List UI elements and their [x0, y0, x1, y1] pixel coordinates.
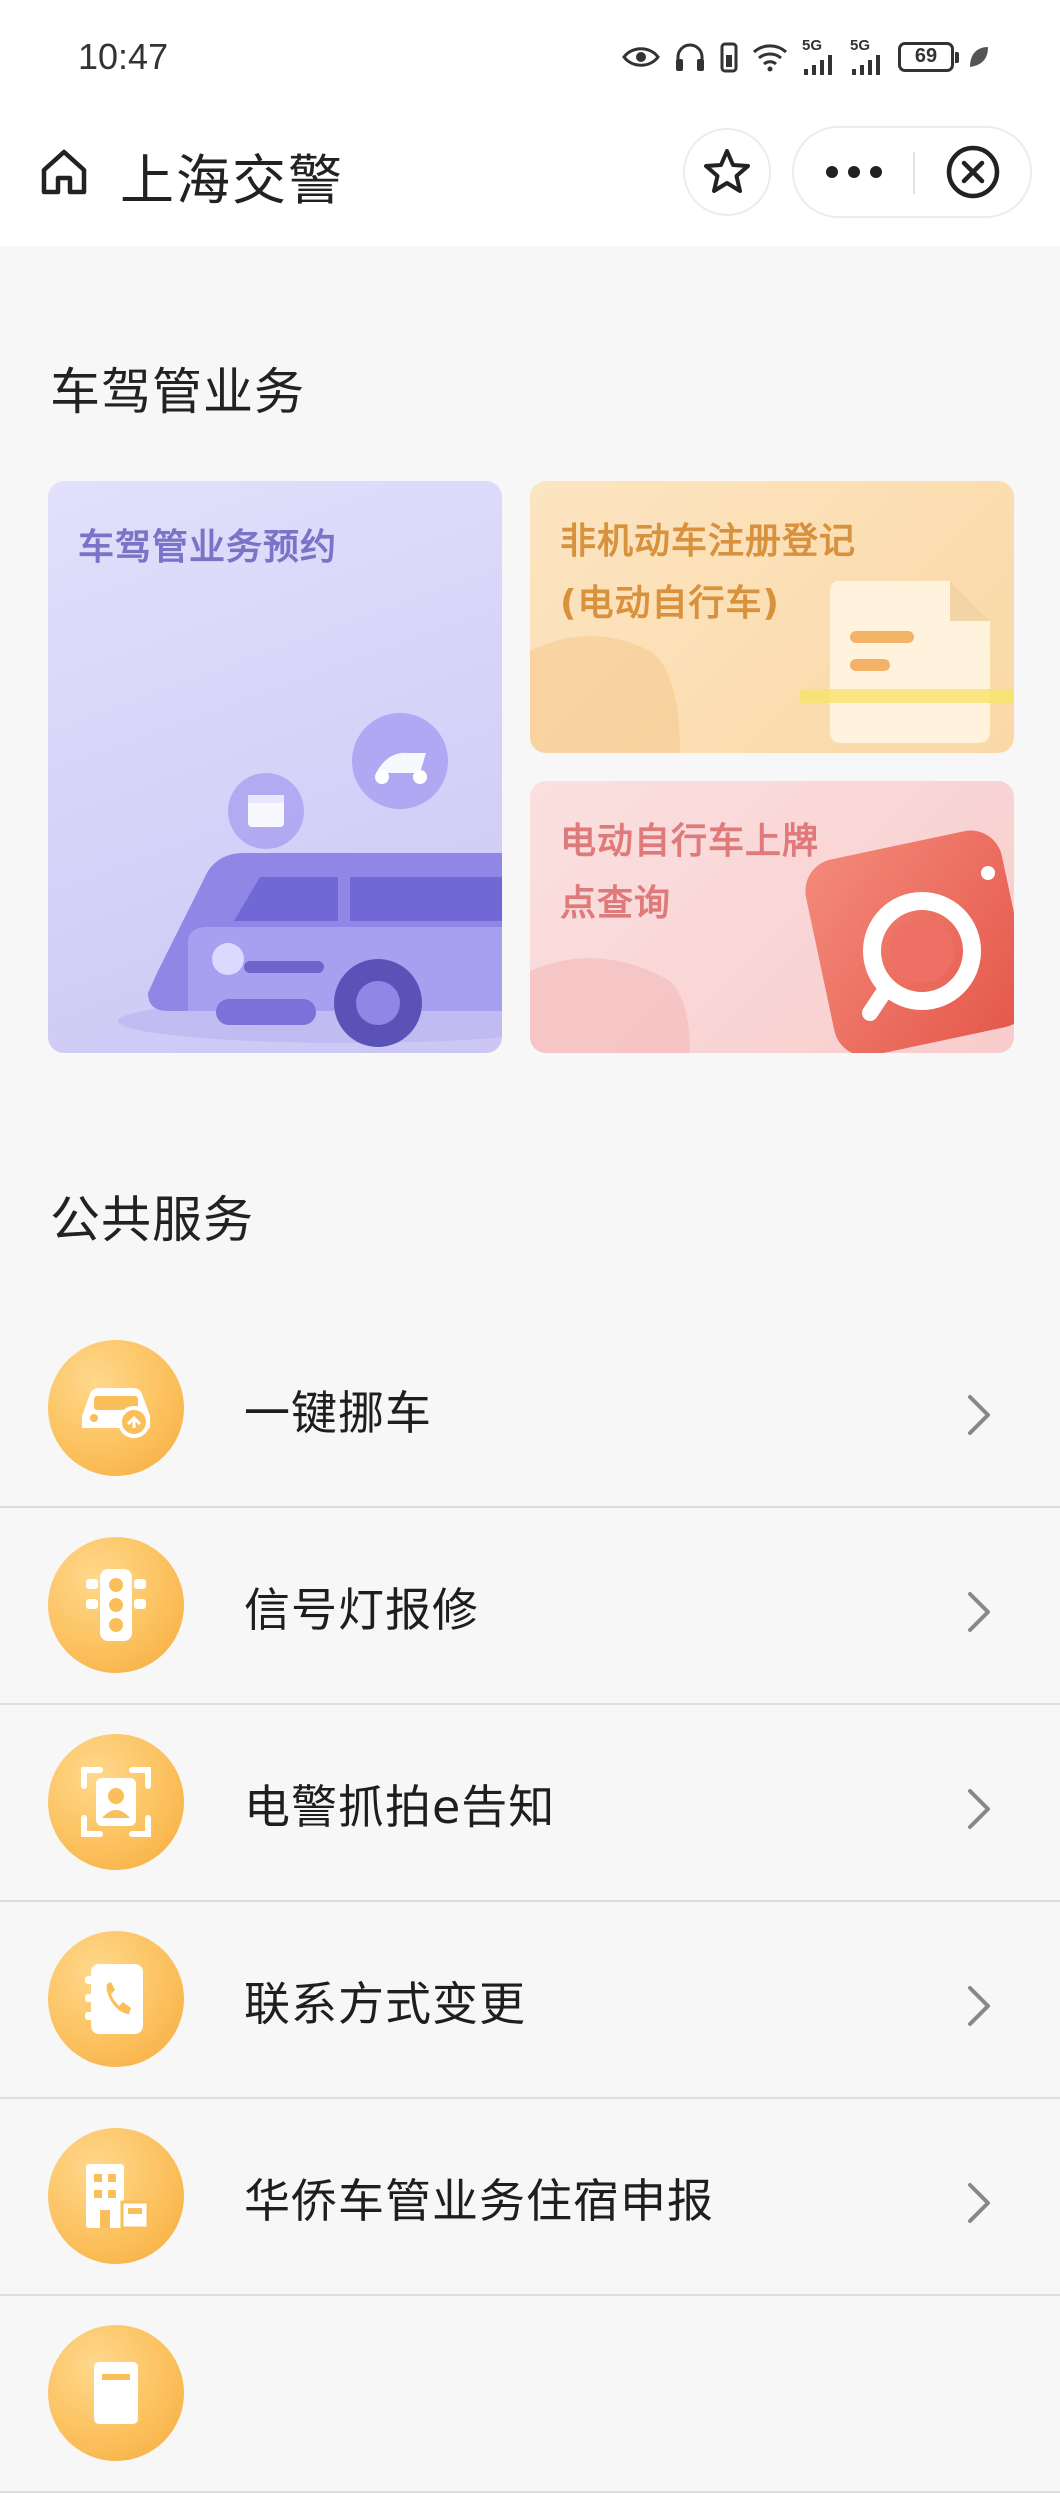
list-item-label: 华侨车管业务住宿申报: [244, 2174, 714, 2228]
more-button[interactable]: [794, 128, 914, 216]
star-icon: [704, 149, 750, 193]
leaf-icon: [970, 46, 988, 67]
mini-program-capsule: [792, 126, 1032, 218]
document-illustration: [530, 581, 1014, 753]
signal-2: 5G: [850, 38, 884, 75]
phone-battery-icon: [720, 42, 738, 72]
more-dots-icon: [826, 166, 882, 178]
chevron-right-icon: [968, 2183, 990, 2223]
list-item-car-move[interactable]: 一键挪车: [0, 1311, 1060, 1508]
section-title-vehicle: 车驾管业务: [50, 363, 305, 421]
home-button[interactable]: [34, 142, 94, 202]
headphones-icon: [676, 43, 704, 71]
close-button[interactable]: [916, 128, 1030, 216]
document-icon: [48, 2325, 184, 2461]
page-title: 上海交警: [120, 149, 344, 212]
chevron-right-icon: [968, 1789, 990, 1829]
car-move-icon: [48, 1340, 184, 1476]
service-list: 一键挪车 信号灯报修 电警抓拍e告知 联系方式变更 华侨车管业务住宿申报: [0, 1311, 1060, 2493]
signal-bars-icon: [852, 55, 880, 75]
wifi-icon: [753, 43, 787, 71]
phone-book-icon: [48, 1931, 184, 2067]
signal-1: 5G: [802, 38, 836, 75]
list-item-camera-notice[interactable]: 电警抓拍e告知: [0, 1705, 1060, 1902]
camera-capture-icon: [48, 1734, 184, 1870]
network-label-1: 5G: [802, 37, 823, 54]
car-illustration: [118, 713, 502, 1047]
battery-level: 69: [914, 45, 938, 67]
card-ebike-registration[interactable]: 非机动车注册登记 (电动自行车): [530, 481, 1014, 753]
list-item-contact-change[interactable]: 联系方式变更: [0, 1902, 1060, 2099]
network-label-2: 5G: [850, 37, 871, 54]
card-appointment[interactable]: 车驾管业务预约: [48, 481, 502, 1053]
list-item-label: 联系方式变更: [244, 1977, 526, 2031]
capsule-divider: [913, 152, 915, 194]
status-icons: 5G 5G 69: [622, 38, 990, 75]
building-icon: [48, 2128, 184, 2264]
chevron-right-icon: [968, 1592, 990, 1632]
status-bar: 10:47 5G 5G 69: [0, 0, 1060, 114]
section-title-public: 公共服务: [50, 1191, 254, 1249]
list-item-overseas-lodging[interactable]: 华侨车管业务住宿申报: [0, 2099, 1060, 2296]
chevron-right-icon: [968, 1395, 990, 1435]
battery-indicator: 69: [898, 41, 959, 72]
status-time: 10:47: [78, 36, 169, 77]
chevron-right-icon: [968, 1986, 990, 2026]
traffic-light-icon: [48, 1537, 184, 1673]
card-appointment-label: 车驾管业务预约: [78, 527, 338, 568]
signal-bars-icon: [804, 55, 832, 75]
home-icon: [41, 149, 87, 195]
list-item-partial[interactable]: [0, 2296, 1060, 2493]
list-item-signal-repair[interactable]: 信号灯报修: [0, 1508, 1060, 1705]
nav-bar: 上海交警: [0, 114, 1060, 246]
favorite-button[interactable]: [683, 128, 771, 216]
eye-icon: [622, 46, 660, 67]
close-circle-icon: [946, 145, 1000, 199]
search-illustration: [530, 830, 1014, 1053]
list-item-label: 信号灯报修: [244, 1583, 479, 1637]
list-item-label: 一键挪车: [244, 1386, 432, 1440]
list-item-label: 电警抓拍e告知: [244, 1780, 556, 1834]
card-plate-location-query[interactable]: 电动自行车上牌 点查询: [530, 781, 1014, 1053]
